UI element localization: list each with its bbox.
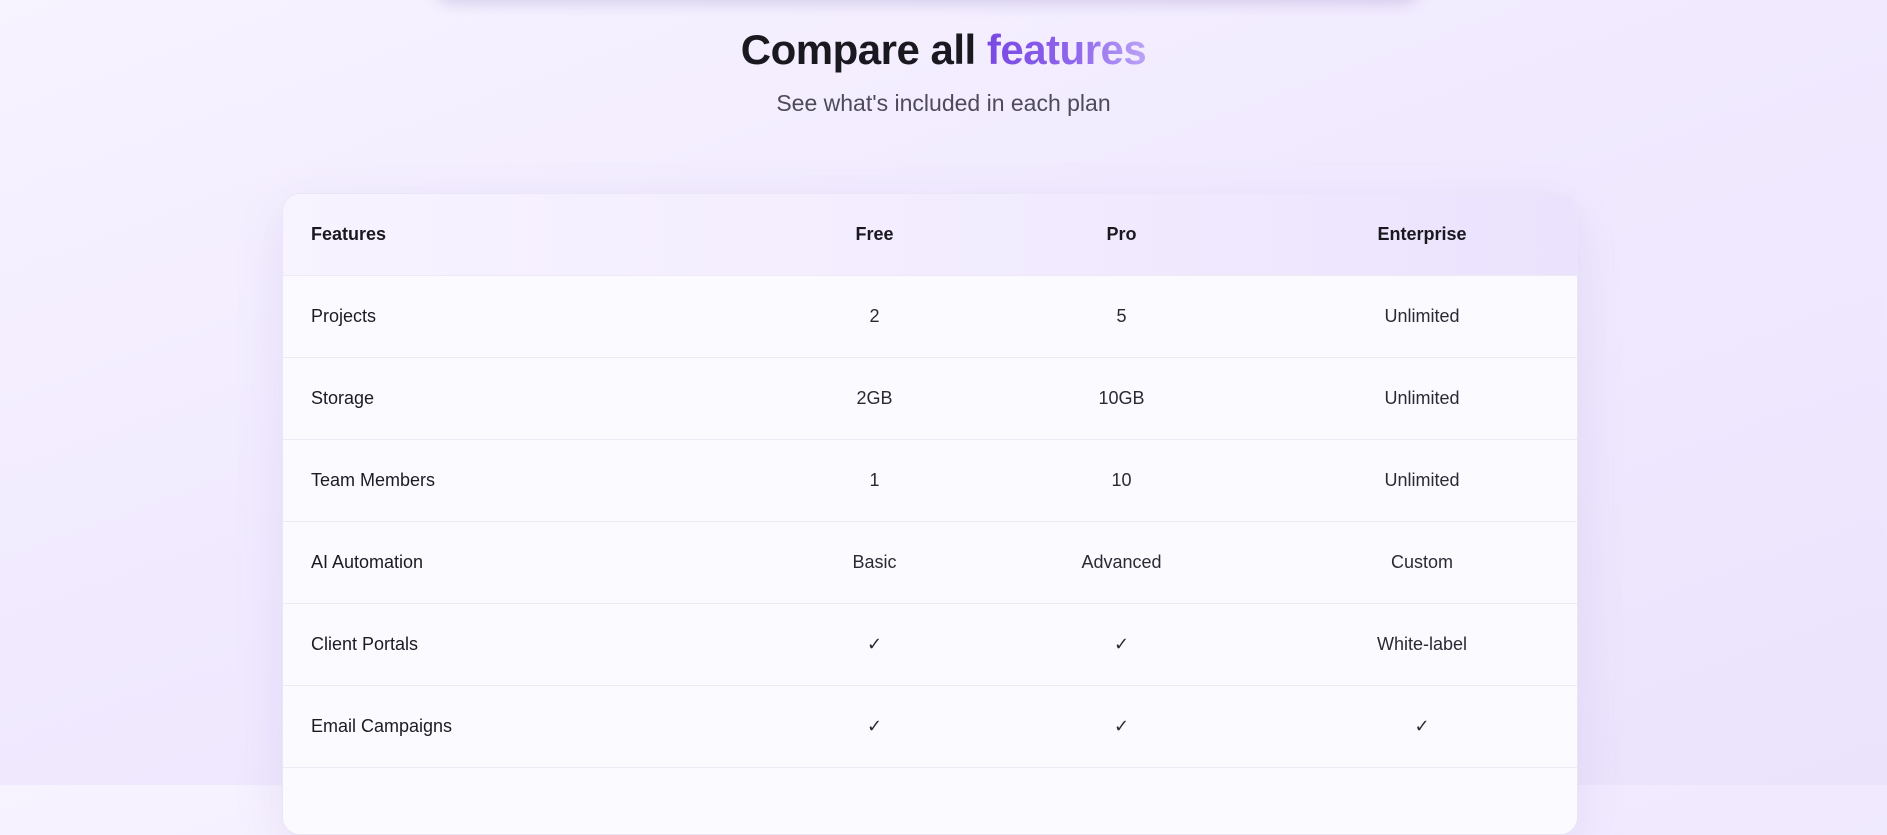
table-header-row: Features Free Pro Enterprise [283,194,1577,275]
feature-name: Team Members [311,470,436,490]
table-row: Storage 2GB 10GB Unlimited [283,357,1577,439]
pro-value: 10 [1111,470,1132,490]
table-row: Team Members 1 10 Unlimited [283,439,1577,521]
title-main: Compare all [740,26,976,73]
enterprise-value: Custom [1390,552,1453,572]
feature-name: Client Portals [311,634,419,654]
table-row [283,767,1577,834]
section-header: Compare all features See what's included… [0,22,1887,118]
column-header-features: Features [311,224,387,244]
enterprise-value: Unlimited [1384,306,1460,326]
check-icon: ✓ [1414,716,1430,737]
table-row: Client Portals ✓ ✓ White-label [283,603,1577,685]
table-row: AI Automation Basic Advanced Custom [283,521,1577,603]
free-value: 2GB [856,388,893,408]
feature-name: Projects [311,306,377,326]
feature-comparison-table: Features Free Pro Enterprise Projects 2 … [282,193,1578,835]
column-header-enterprise: Enterprise [1377,224,1467,244]
enterprise-value: Unlimited [1384,388,1460,408]
column-header-pro: Pro [1106,224,1137,244]
pro-value: 10GB [1098,388,1145,408]
pro-value: Advanced [1081,552,1162,572]
check-icon: ✓ [1113,716,1130,737]
check-icon: ✓ [866,634,883,655]
enterprise-value: Unlimited [1384,470,1460,490]
check-icon: ✓ [866,716,883,737]
check-icon: ✓ [1113,634,1130,655]
enterprise-value: White-label [1376,634,1468,654]
title-accent: features [986,26,1147,73]
table-row: Projects 2 5 Unlimited [283,275,1577,357]
section-title: Compare all features [0,22,1887,78]
free-value: Basic [852,552,897,572]
free-value: 1 [869,470,880,490]
feature-name: Storage [311,388,375,408]
pro-value: 5 [1116,306,1127,326]
feature-name: AI Automation [311,552,424,572]
section-subtitle: See what's included in each plan [776,90,1111,116]
table-row: Email Campaigns ✓ ✓ ✓ [283,685,1577,767]
feature-name: Email Campaigns [311,716,453,736]
column-header-free: Free [855,224,894,244]
free-value: 2 [869,306,880,326]
